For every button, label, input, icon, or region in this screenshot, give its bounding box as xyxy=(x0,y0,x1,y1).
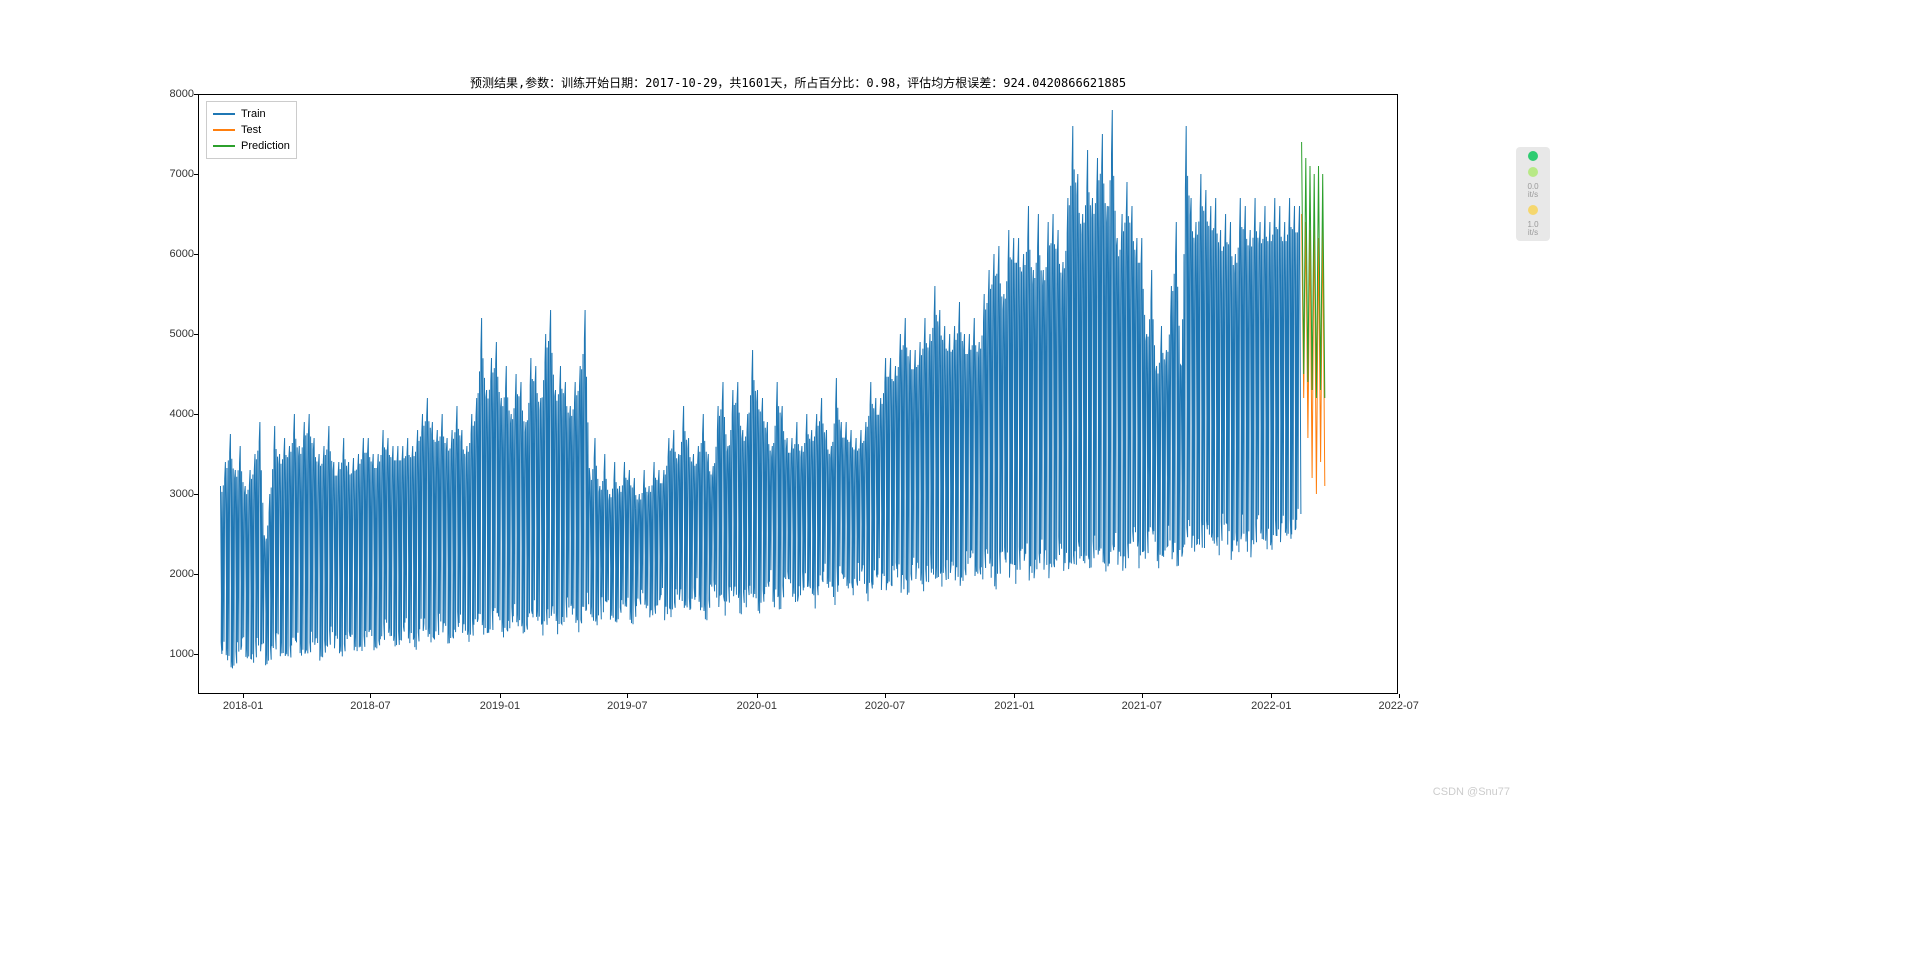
x-tick-mark xyxy=(1142,694,1143,698)
x-tick-label: 2019-01 xyxy=(480,700,520,712)
status-dot-green xyxy=(1528,151,1538,161)
legend-row-test: Test xyxy=(213,122,290,138)
x-tick-mark xyxy=(627,694,628,698)
y-tick-mark xyxy=(194,334,198,335)
y-tick-mark xyxy=(194,174,198,175)
y-tick-label: 4000 xyxy=(134,408,194,420)
sidebar-label-0: 0.0it/s xyxy=(1527,183,1538,199)
x-tick-mark xyxy=(757,694,758,698)
legend-label-train: Train xyxy=(241,108,266,120)
x-tick-mark xyxy=(1014,694,1015,698)
y-tick-mark xyxy=(194,414,198,415)
x-tick-label: 2022-01 xyxy=(1251,700,1291,712)
x-tick-mark xyxy=(885,694,886,698)
y-tick-label: 5000 xyxy=(134,328,194,340)
status-dot-lightgreen xyxy=(1528,167,1538,177)
x-tick-mark xyxy=(243,694,244,698)
legend-swatch-train xyxy=(213,113,235,115)
y-tick-mark xyxy=(194,574,198,575)
x-tick-mark xyxy=(500,694,501,698)
y-tick-label: 7000 xyxy=(134,168,194,180)
y-tick-label: 8000 xyxy=(134,88,194,100)
x-tick-label: 2020-01 xyxy=(737,700,777,712)
y-tick-mark xyxy=(194,94,198,95)
legend-row-prediction: Prediction xyxy=(213,138,290,154)
status-dot-yellow xyxy=(1528,205,1538,215)
legend-row-train: Train xyxy=(213,106,290,122)
legend-swatch-prediction xyxy=(213,145,235,147)
x-tick-mark xyxy=(1399,694,1400,698)
x-tick-label: 2021-01 xyxy=(994,700,1034,712)
y-tick-mark xyxy=(194,494,198,495)
progress-sidebar: 0.0it/s 1.0it/s xyxy=(1516,147,1550,241)
chart-title: 预测结果,参数：训练开始日期：2017-10-29，共1601天，所占百分比：0… xyxy=(198,74,1398,91)
legend-label-prediction: Prediction xyxy=(241,140,290,152)
legend-swatch-test xyxy=(213,129,235,131)
x-tick-label: 2019-07 xyxy=(607,700,647,712)
x-tick-label: 2022-07 xyxy=(1379,700,1419,712)
y-tick-label: 6000 xyxy=(134,248,194,260)
x-tick-mark xyxy=(1271,694,1272,698)
x-tick-label: 2018-01 xyxy=(223,700,263,712)
y-tick-label: 1000 xyxy=(134,648,194,660)
x-tick-label: 2018-07 xyxy=(350,700,390,712)
y-tick-mark xyxy=(194,254,198,255)
x-tick-label: 2020-07 xyxy=(865,700,905,712)
y-tick-mark xyxy=(194,654,198,655)
y-tick-label: 3000 xyxy=(134,488,194,500)
y-tick-label: 2000 xyxy=(134,568,194,580)
x-tick-label: 2021-07 xyxy=(1122,700,1162,712)
legend-label-test: Test xyxy=(241,124,261,136)
chart-svg xyxy=(198,94,1398,694)
sidebar-label-1: 1.0it/s xyxy=(1527,221,1538,237)
watermark: CSDN @Snu77 xyxy=(1433,786,1510,798)
legend: Train Test Prediction xyxy=(206,101,297,159)
x-tick-mark xyxy=(370,694,371,698)
